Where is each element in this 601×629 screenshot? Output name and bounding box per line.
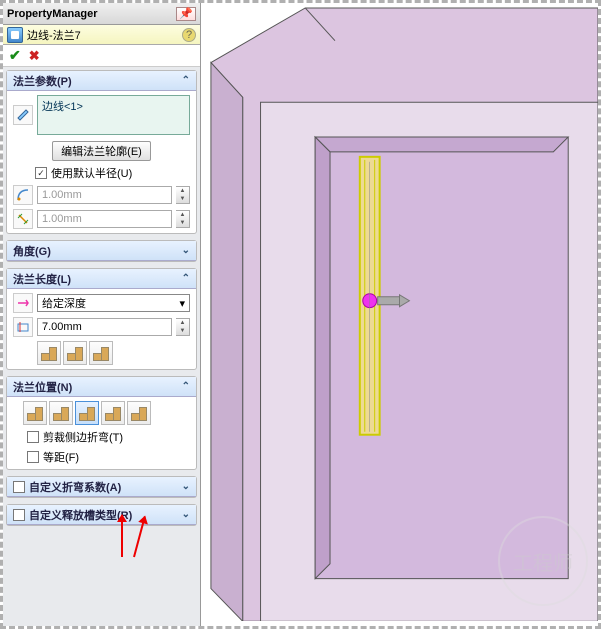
chevron-down-icon: ⌄ — [182, 481, 190, 492]
feature-name: 边线-法兰7 — [27, 27, 81, 43]
cancel-button[interactable]: ✖ — [29, 48, 40, 64]
edge-selection-list[interactable]: 边线<1> — [37, 95, 190, 135]
pm-header: PropertyManager 📌 — [3, 3, 200, 25]
chevron-up-icon: ⌃ — [182, 273, 190, 284]
trim-side-bends-label: 剪裁侧边折弯(T) — [43, 429, 123, 445]
dropdown-arrow-icon: ▾ — [179, 297, 185, 310]
length-ref-2-button[interactable] — [63, 341, 87, 365]
section-header[interactable]: 法兰位置(N) ⌃ — [7, 377, 196, 397]
offset-label: 等距(F) — [43, 449, 79, 465]
annotation-arrow — [121, 515, 123, 557]
bend-radius-input: 1.00mm — [37, 186, 172, 204]
depth-input[interactable]: 7.00mm — [37, 318, 172, 336]
ok-button[interactable]: ✔ — [9, 47, 21, 64]
spinner[interactable]: ▲▼ — [176, 318, 190, 336]
position-virtual-sharp-button[interactable] — [101, 401, 125, 425]
confirm-row: ✔ ✖ — [3, 45, 200, 67]
section-header[interactable]: 自定义释放槽类型(R) ⌄ — [7, 505, 196, 525]
3d-viewport[interactable]: 工程师 — [201, 3, 598, 626]
length-ref-1-button[interactable] — [37, 341, 61, 365]
chevron-up-icon: ⌃ — [182, 75, 190, 86]
help-icon[interactable]: ? — [182, 28, 196, 42]
offset-checkbox[interactable] — [27, 451, 39, 463]
section-custom-relief-type: 自定义释放槽类型(R) ⌄ — [6, 504, 197, 526]
bend-radius-icon — [13, 185, 33, 205]
end-condition-icon[interactable] — [13, 293, 33, 313]
chevron-down-icon: ⌄ — [182, 509, 190, 520]
depth-icon — [13, 317, 33, 337]
feature-name-row: 边线-法兰7 ? — [3, 25, 200, 45]
section-flange-position: 法兰位置(N) ⌃ 剪裁侧边折弯(T) 等距(F) — [6, 376, 197, 470]
chevron-up-icon: ⌃ — [182, 381, 190, 392]
section-header[interactable]: 角度(G) ⌄ — [7, 241, 196, 261]
use-default-radius-checkbox[interactable]: ✓ — [35, 167, 47, 179]
position-material-outside-button[interactable] — [49, 401, 73, 425]
section-header[interactable]: 法兰参数(P) ⌃ — [7, 71, 196, 91]
pin-button[interactable]: 📌 — [176, 7, 196, 21]
property-manager-panel: PropertyManager 📌 边线-法兰7 ? ✔ ✖ 法兰参数(P) ⌃ — [3, 3, 201, 626]
edge-flange-icon — [7, 27, 23, 43]
edge-select-icon[interactable] — [13, 105, 33, 125]
use-default-radius-label: 使用默认半径(U) — [51, 165, 132, 181]
length-ref-3-button[interactable] — [89, 341, 113, 365]
gap-distance-input: 1.00mm — [37, 210, 172, 228]
custom-relief-checkbox[interactable] — [13, 509, 25, 521]
section-header[interactable]: 法兰长度(L) ⌃ — [7, 269, 196, 289]
position-material-inside-button[interactable] — [23, 401, 47, 425]
section-custom-bend-allowance: 自定义折弯系数(A) ⌄ — [6, 476, 197, 498]
chevron-down-icon: ⌄ — [182, 245, 190, 256]
section-flange-length: 法兰长度(L) ⌃ 给定深度 ▾ 7.00mm — [6, 268, 197, 370]
section-header[interactable]: 自定义折弯系数(A) ⌄ — [7, 477, 196, 497]
trim-side-bends-checkbox[interactable] — [27, 431, 39, 443]
end-condition-select[interactable]: 给定深度 ▾ — [37, 294, 190, 312]
pm-title-text: PropertyManager — [7, 8, 97, 20]
spinner: ▲▼ — [176, 210, 190, 228]
section-angle: 角度(G) ⌄ — [6, 240, 197, 262]
gap-distance-icon — [13, 209, 33, 229]
position-tangent-button[interactable] — [127, 401, 151, 425]
custom-bend-checkbox[interactable] — [13, 481, 25, 493]
watermark: 工程师 — [498, 516, 588, 606]
section-flange-params: 法兰参数(P) ⌃ 边线<1> 编辑法兰轮廓(E) — [6, 70, 197, 234]
position-bend-outside-button[interactable] — [75, 401, 99, 425]
spinner: ▲▼ — [176, 186, 190, 204]
edit-flange-profile-button[interactable]: 编辑法兰轮廓(E) — [52, 141, 151, 161]
